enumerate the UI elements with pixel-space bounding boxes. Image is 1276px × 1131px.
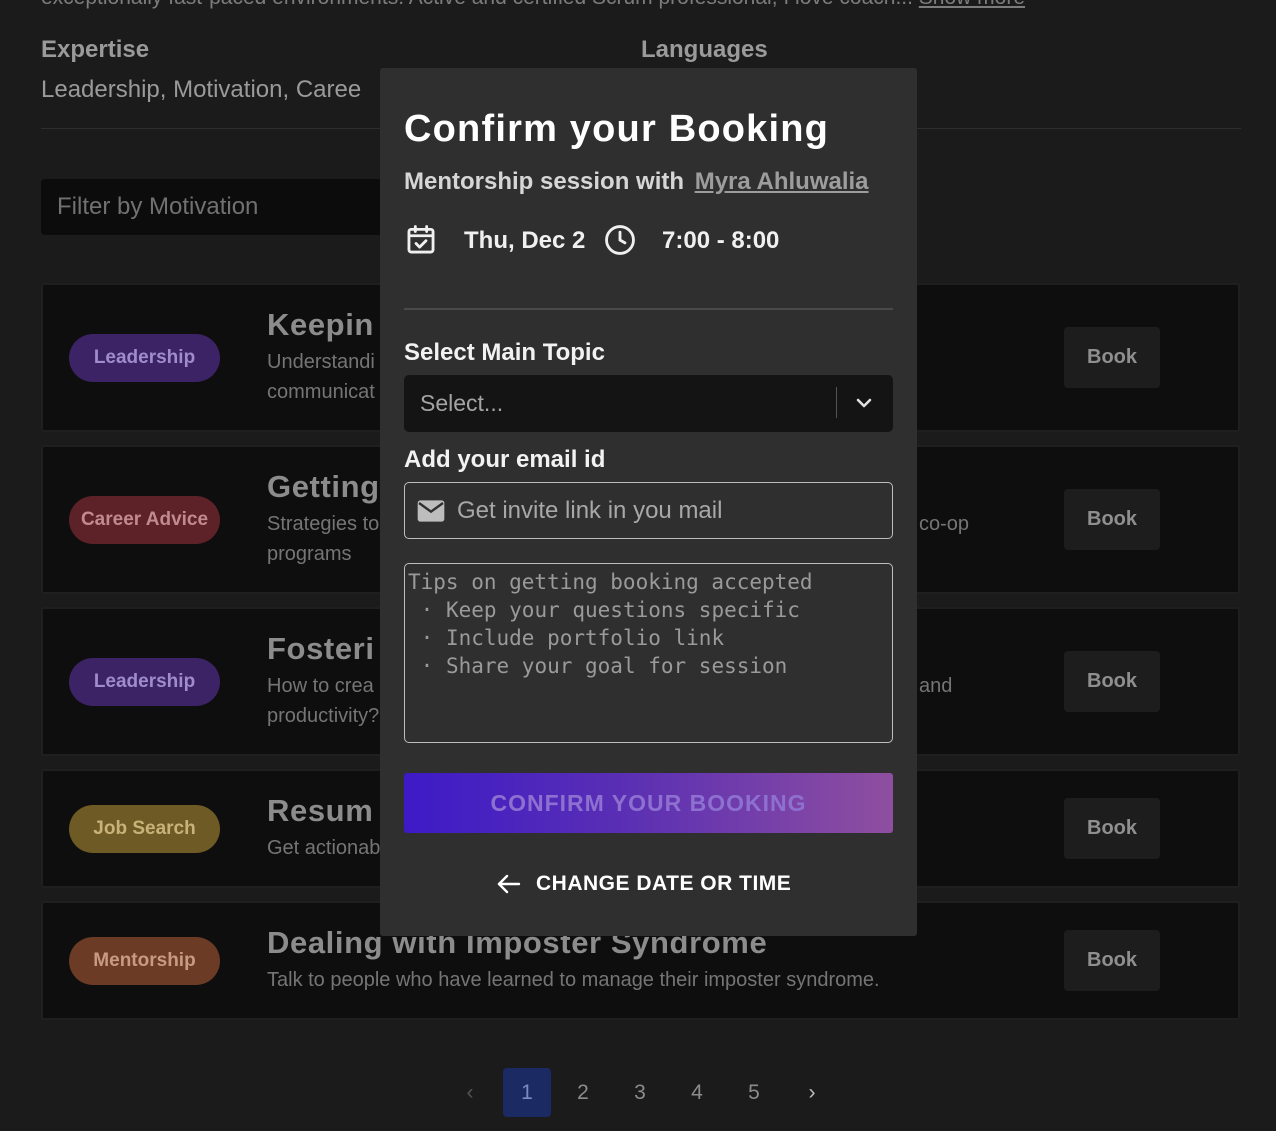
bio-text: exceptionally fast-paced environments. A… bbox=[41, 0, 913, 9]
clock-icon bbox=[605, 225, 635, 255]
mail-icon bbox=[417, 500, 445, 522]
date-time-row: Thu, Dec 2 7:00 - 8:00 bbox=[404, 221, 894, 261]
session-description-tail: co-op bbox=[919, 513, 970, 535]
session-title: Getting bbox=[267, 469, 380, 504]
change-date-time-label: CHANGE DATE OR TIME bbox=[536, 872, 792, 895]
session-description-tail: and bbox=[919, 675, 953, 697]
arrow-left-icon bbox=[497, 874, 521, 894]
pagination: ‹ 1 2 3 4 5 › bbox=[0, 1068, 1276, 1118]
book-button[interactable]: Book bbox=[1064, 327, 1160, 388]
subtitle-text: Mentorship session with bbox=[404, 168, 685, 195]
mentor-name-link[interactable]: Myra Ahluwalia bbox=[695, 168, 869, 195]
tag-badge: Mentorship bbox=[69, 937, 220, 985]
page-1-button[interactable]: 1 bbox=[503, 1068, 551, 1117]
topic-label: Select Main Topic bbox=[404, 339, 605, 366]
book-button[interactable]: Book bbox=[1064, 798, 1160, 859]
calendar-check-icon bbox=[407, 225, 435, 254]
languages-label: Languages bbox=[641, 36, 768, 63]
chevron-down-icon[interactable] bbox=[852, 391, 876, 415]
show-more-link[interactable]: Show more bbox=[919, 0, 1025, 9]
book-button[interactable]: Book bbox=[1064, 651, 1160, 712]
page-5-button[interactable]: 5 bbox=[730, 1068, 778, 1117]
tag-badge: Job Search bbox=[69, 805, 220, 853]
next-page-button[interactable]: › bbox=[788, 1068, 836, 1117]
topic-select[interactable]: Select... bbox=[404, 375, 893, 432]
session-description: Talk to people who have learned to manag… bbox=[267, 969, 880, 991]
prev-page-button[interactable]: ‹ bbox=[446, 1068, 494, 1117]
session-time: 7:00 - 8:00 bbox=[662, 227, 780, 254]
mentor-bio: exceptionally fast-paced environments. A… bbox=[41, 0, 1241, 10]
email-field-wrapper bbox=[404, 482, 893, 539]
modal-subtitle: Mentorship session with Myra Ahluwalia bbox=[404, 168, 869, 196]
change-date-time-button[interactable]: CHANGE DATE OR TIME bbox=[490, 866, 810, 902]
select-separator bbox=[836, 387, 837, 418]
tag-badge: Leadership bbox=[69, 658, 220, 706]
tag-badge: Career Advice bbox=[69, 496, 220, 544]
expertise-label: Expertise bbox=[41, 36, 150, 63]
topic-select-value: Select... bbox=[420, 390, 504, 416]
modal-divider bbox=[404, 308, 893, 310]
confirm-booking-button[interactable]: CONFIRM YOUR BOOKING bbox=[404, 773, 893, 833]
mentor-profile-page: exceptionally fast-paced environments. A… bbox=[0, 0, 1276, 1131]
session-title: Keepin bbox=[267, 307, 374, 342]
modal-title: Confirm your Booking bbox=[404, 108, 830, 150]
tag-badge: Leadership bbox=[69, 334, 220, 382]
book-button[interactable]: Book bbox=[1064, 489, 1160, 550]
page-3-button[interactable]: 3 bbox=[616, 1068, 664, 1117]
expertise-value: Leadership, Motivation, Caree bbox=[41, 76, 362, 103]
page-2-button[interactable]: 2 bbox=[559, 1068, 607, 1117]
email-label: Add your email id bbox=[404, 446, 606, 473]
booking-modal: Confirm your Booking Mentorship session … bbox=[380, 68, 917, 936]
session-title: Resum bbox=[267, 793, 374, 828]
email-field[interactable] bbox=[457, 491, 877, 531]
page-4-button[interactable]: 4 bbox=[673, 1068, 721, 1117]
session-title: Fosteri bbox=[267, 631, 375, 666]
book-button[interactable]: Book bbox=[1064, 930, 1160, 991]
session-date: Thu, Dec 2 bbox=[464, 227, 586, 254]
booking-notes-textarea[interactable] bbox=[404, 563, 893, 743]
